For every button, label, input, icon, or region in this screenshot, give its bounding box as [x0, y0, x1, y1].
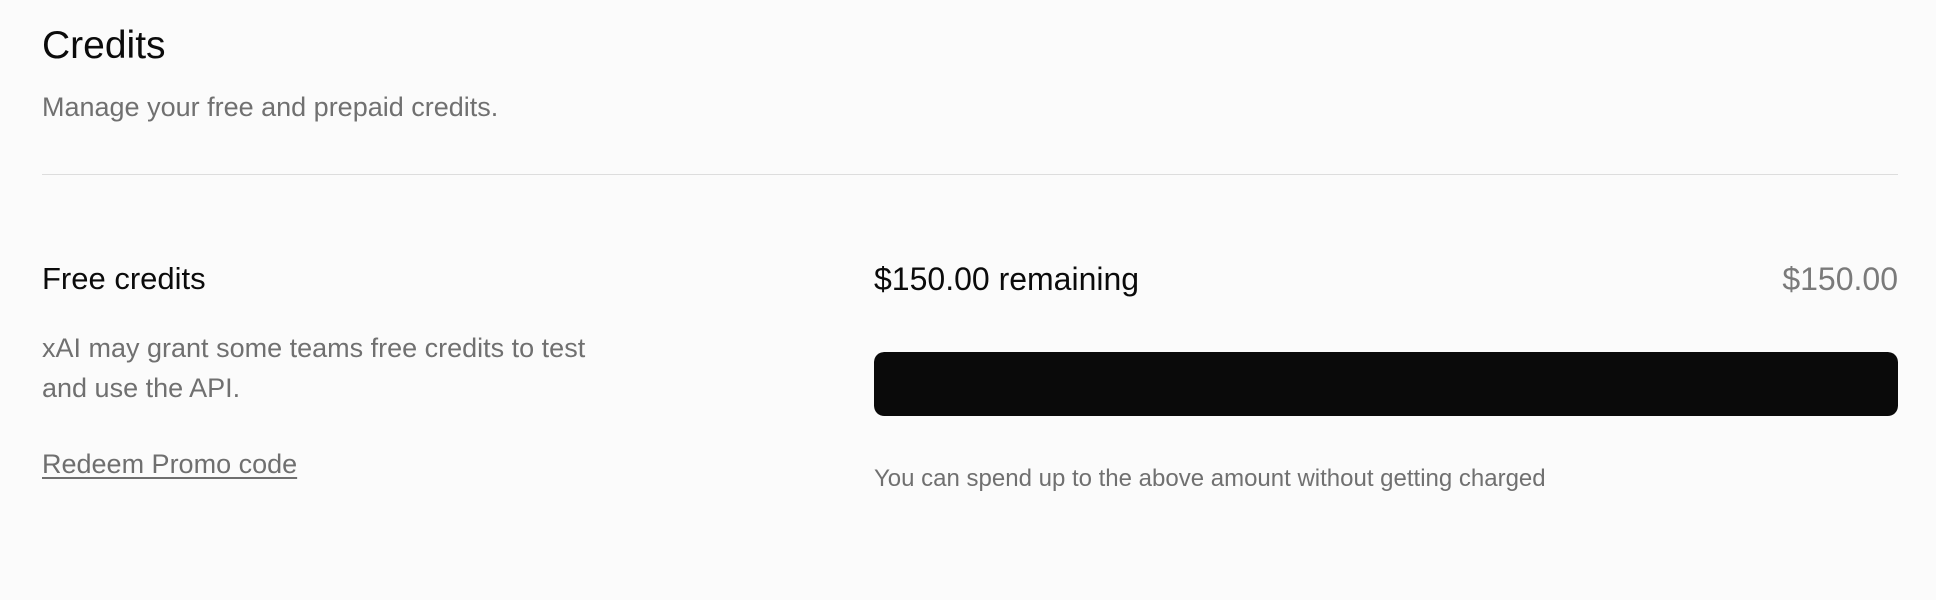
section-divider: [42, 174, 1898, 175]
credits-remaining-label: $150.00 remaining: [874, 261, 1140, 297]
credits-help-text: You can spend up to the above amount wit…: [874, 465, 1546, 492]
free-credits-description: xAI may grant some teams free credits to…: [42, 333, 586, 403]
credits-total-amount: $150.00: [1782, 261, 1898, 297]
free-credits-title: Free credits: [42, 261, 206, 296]
credits-page: Credits Manage your free and prepaid cre…: [0, 0, 1936, 600]
credits-progress-fill: [874, 352, 1898, 416]
credits-progress-bar: [874, 352, 1898, 416]
page-subtitle: Manage your free and prepaid credits.: [42, 92, 499, 122]
page-title: Credits: [42, 24, 166, 67]
redeem-promo-code-link[interactable]: Redeem Promo code: [42, 447, 297, 481]
